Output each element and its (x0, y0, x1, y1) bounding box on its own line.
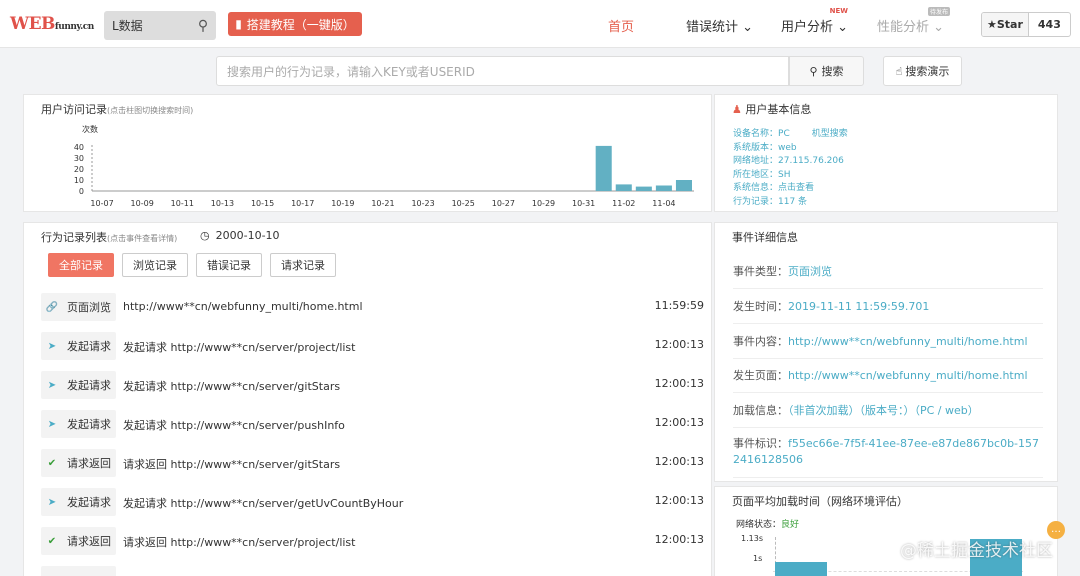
top-header: WEBfunny.cn L数据 ⚲ ▮ 搭建教程（一键版） 首页 错误统计 ⌄ … (0, 0, 1080, 48)
info-record-count: 行为记录：117 条 (733, 197, 808, 207)
visit-records-panel: 用户访问记录(点击柱图切换搜索时间) 次数 0 10 20 30 40 10-07 10-09… (23, 94, 712, 212)
project-select-value: L数据 (112, 19, 143, 33)
event-id-row: 事件标识：f55ec66e-7f5f-41ee-87ee-e87de867bc0… (733, 436, 1043, 478)
event-detail-panel: 事件详细信息 事件类型：页面浏览 发生时间：2019-11-11 11:59:5… (714, 222, 1058, 482)
filter-error[interactable]: 错误记录 (196, 253, 262, 277)
record-row[interactable]: ✔ 请求返回 请求返回 http://www**cn/server/gitStar… (41, 449, 704, 479)
x-tick-label: 10-23 (411, 199, 434, 208)
y-tick-label: 40 (74, 143, 84, 152)
x-tick-label: 10-15 (251, 199, 274, 208)
record-row[interactable] (41, 566, 701, 576)
record-row[interactable]: ➤ 发起请求 发起请求 http://www**cn/server/gitStar… (41, 371, 704, 401)
x-tick-label: 11-04 (652, 199, 675, 208)
network-status: 网络状态：良好 (736, 520, 800, 530)
behavior-records-panel: 行为记录列表(点击事件查看详情) ◷ 2000-10-10 全部记录 浏览记录 错… (23, 222, 712, 576)
clock-icon: ◷ (200, 229, 210, 242)
record-row[interactable]: ✔ 请求返回 请求返回 http://www**cn/server/project… (41, 527, 704, 557)
x-tick-label: 10-13 (211, 199, 234, 208)
project-select[interactable]: L数据 ⚲ (104, 11, 216, 40)
info-device: 设备名称：PC 机型搜索 (733, 129, 848, 139)
info-ip: 网络地址：27.115.76.206 (733, 156, 844, 166)
star-button[interactable]: ★Star (982, 13, 1029, 36)
new-badge: NEW (829, 7, 849, 15)
user-search-input[interactable]: 搜索用户的行为记录，请输入KEY或者USERID (216, 56, 789, 86)
y-tick-label: 30 (74, 154, 84, 163)
panel-title: ♟ 用户基本信息 (732, 103, 812, 116)
device-search-link[interactable]: 机型搜索 (812, 129, 848, 139)
event-time-row: 发生时间：2019-11-11 11:59:59.701 (733, 298, 1043, 324)
panel-title: 事件详细信息 (732, 231, 798, 244)
book-icon: ▮ (235, 17, 242, 31)
event-content-row: 事件内容：http://www**cn/webfunny_multi/home.… (733, 333, 1043, 359)
link-icon: 🔗 (45, 301, 59, 313)
y-tick-label: 10 (74, 176, 84, 185)
y-tick-label: 0 (79, 187, 84, 196)
x-tick-label: 10-31 (572, 199, 595, 208)
visit-bar[interactable] (675, 180, 692, 191)
x-tick-label: 10-19 (331, 199, 354, 208)
github-star[interactable]: ★Star 443 (981, 12, 1071, 37)
search-icon[interactable]: ⚲ (190, 18, 216, 34)
record-row[interactable]: ➤ 发起请求 发起请求 http://www**cn/server/pushInf… (41, 410, 704, 440)
filter-all[interactable]: 全部记录 (48, 253, 114, 277)
visit-bar[interactable] (595, 145, 612, 191)
x-tick-label: 10-25 (452, 199, 475, 208)
star-count: 443 (1037, 18, 1061, 31)
search-demo-button[interactable]: ☝ 搜索演示 (883, 56, 962, 86)
load-ytick: 1s (753, 554, 763, 563)
x-tick-label: 10-09 (131, 199, 154, 208)
visit-bar[interactable] (655, 185, 672, 192)
search-icon: ⚲ (809, 64, 818, 78)
event-load-row: 加载信息：（非首次加载）（版本号：）（PC / web） (733, 402, 1043, 428)
watermark: @稀土掘金技术社区 (900, 541, 1053, 561)
filter-browse[interactable]: 浏览记录 (122, 253, 188, 277)
send-icon: ➤ (47, 496, 57, 508)
x-tick-label: 10-11 (171, 199, 194, 208)
load-time-panel: 页面平均加载时间（网络环境评估） 网络状态：良好 1.13s 1s (714, 486, 1058, 576)
coming-soon-badge: 待发布 (928, 7, 951, 16)
record-row[interactable]: 🔗 页面浏览 http://www**cn/webfunny_multi/home… (41, 293, 704, 323)
record-date[interactable]: ◷ 2000-10-10 (200, 229, 280, 242)
visit-bar[interactable] (635, 186, 652, 191)
nav-user-analysis[interactable]: 用户分析 ⌄ NEW (781, 7, 849, 35)
check-icon: ✔ (47, 457, 57, 469)
load-bar[interactable] (775, 562, 827, 576)
y-axis-label: 次数 (82, 124, 98, 134)
info-sysinfo: 系统信息：点击查看 (733, 183, 815, 193)
x-tick-label: 10-07 (90, 199, 113, 208)
x-tick-label: 10-27 (492, 199, 515, 208)
view-sysinfo-link[interactable]: 点击查看 (778, 183, 814, 193)
tutorial-button[interactable]: ▮ 搭建教程（一键版） (228, 12, 362, 36)
nav-error-stats[interactable]: 错误统计 ⌄ (686, 16, 753, 35)
check-icon: ✔ (47, 535, 57, 547)
nav-home[interactable]: 首页 (608, 16, 634, 35)
panel-title: 行为记录列表(点击事件查看详情) (41, 231, 178, 244)
user-icon: ♟ (732, 103, 742, 116)
record-row[interactable]: ➤ 发起请求 发起请求 http://www**cn/server/project… (41, 332, 704, 362)
y-tick-label: 20 (74, 165, 84, 174)
send-icon: ➤ (47, 340, 57, 352)
x-tick-label: 11-02 (612, 199, 635, 208)
visit-bar-chart[interactable]: 次数 0 10 20 30 40 10-07 10-09 10-11 10-13 10-15 10-1… (24, 95, 713, 213)
send-icon: ➤ (47, 418, 57, 430)
user-info-panel: ♟ 用户基本信息 设备名称：PC 机型搜索 系统版本：web 网络地址：27.11… (714, 94, 1058, 212)
info-system: 系统版本：web (733, 143, 797, 153)
hand-pointer-icon: ☝ (895, 64, 903, 78)
x-tick-label: 10-17 (291, 199, 314, 208)
load-ytick: 1.13s (741, 534, 763, 543)
panel-title: 页面平均加载时间（网络环境评估） (732, 495, 908, 508)
nav-performance[interactable]: 性能分析 ⌄ 待发布 (877, 7, 951, 35)
record-row[interactable]: ➤ 发起请求 发起请求 http://www**cn/server/getUvCo… (41, 488, 704, 518)
event-type-row: 事件类型：页面浏览 (733, 263, 1043, 289)
chat-icon[interactable]: … (1047, 521, 1065, 539)
visit-bar[interactable] (615, 184, 632, 191)
filter-request[interactable]: 请求记录 (270, 253, 336, 277)
x-tick-label: 10-29 (532, 199, 555, 208)
logo[interactable]: WEBfunny.cn (10, 14, 94, 34)
send-icon: ➤ (47, 379, 57, 391)
event-page-row: 发生页面：http://www**cn/webfunny_multi/home.… (733, 367, 1043, 393)
info-region: 所在地区：SH (733, 170, 791, 180)
search-button[interactable]: ⚲ 搜索 (789, 56, 864, 86)
x-tick-label: 10-21 (371, 199, 394, 208)
